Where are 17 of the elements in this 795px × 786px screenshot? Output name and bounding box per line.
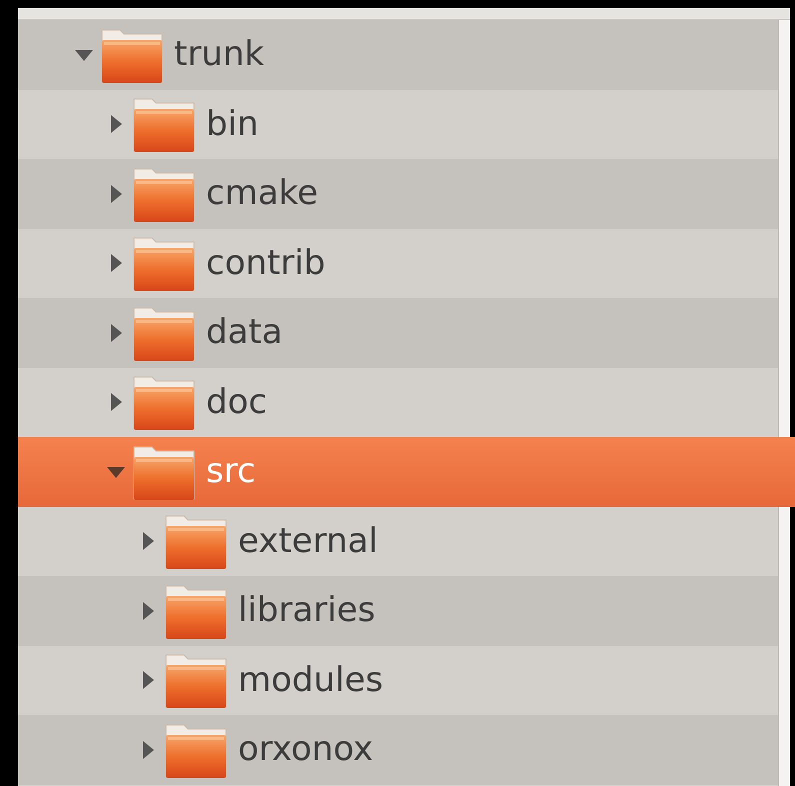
folder-name: doc [206,384,268,421]
tree-row[interactable]: trunk [18,20,778,90]
tree-row[interactable]: orxonox [18,715,778,784]
folder-name: bin [206,106,259,143]
folder-name: cmake [206,175,318,212]
folder-name: trunk [174,36,264,74]
folder-name: src [206,453,256,490]
tree-row[interactable]: libraries [18,576,778,646]
folder-name: data [206,314,283,352]
folder-name: contrib [206,244,326,282]
scrollbar[interactable] [778,20,790,786]
folder-name: modules [238,662,384,699]
folder-name: libraries [238,592,376,630]
tree-row[interactable]: data [18,298,778,368]
folder-name: orxonox [238,731,374,768]
folder-name: external [238,522,378,560]
tree-row[interactable]: cmake [18,159,778,228]
